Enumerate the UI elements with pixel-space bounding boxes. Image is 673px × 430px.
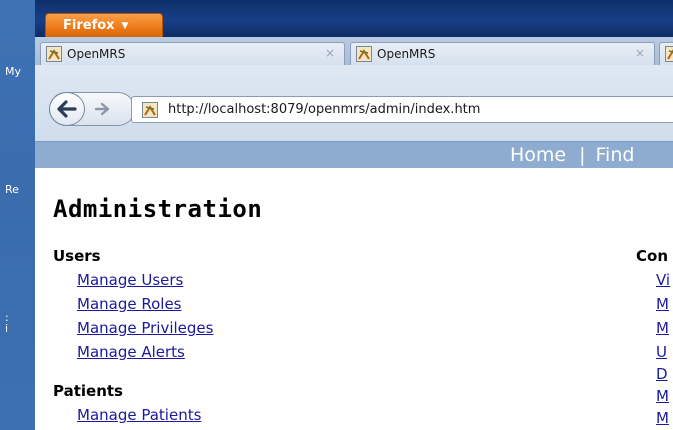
navigation-toolbar: http://localhost:8079/openmrs/admin/inde…: [35, 65, 673, 141]
browser-tab[interactable]: OpenMRS ×: [350, 42, 655, 65]
right-column-link[interactable]: M: [656, 409, 669, 427]
window-titlebar: Firefox ▼: [35, 0, 673, 37]
nav-link-home[interactable]: Home: [510, 144, 566, 166]
link-manage-privileges[interactable]: Manage Privileges: [77, 319, 213, 337]
right-column-link[interactable]: U: [656, 343, 667, 361]
right-column-link[interactable]: D: [656, 365, 668, 383]
right-column-link[interactable]: M: [656, 319, 669, 337]
tab-title: OpenMRS: [377, 47, 436, 61]
openmrs-favicon-icon: [665, 46, 673, 62]
top-navigation: Home | Find: [510, 144, 634, 166]
link-manage-users[interactable]: Manage Users: [77, 271, 183, 289]
section-heading-patients: Patients: [53, 382, 123, 400]
forward-arrow-icon: [94, 102, 110, 116]
page-title: Administration: [53, 195, 263, 223]
forward-button[interactable]: [91, 99, 113, 119]
link-manage-roles[interactable]: Manage Roles: [77, 295, 182, 313]
browser-tab[interactable]: OpenMRS ×: [40, 42, 345, 65]
link-manage-alerts[interactable]: Manage Alerts: [77, 343, 185, 361]
openmrs-favicon-icon: [356, 46, 372, 62]
desktop-icon-label: Re: [5, 183, 19, 196]
page-header-bar: Home | Find: [35, 141, 673, 168]
tab-close-icon[interactable]: ×: [325, 46, 335, 60]
link-manage-patients[interactable]: Manage Patients: [77, 406, 201, 424]
right-column-link[interactable]: M: [656, 295, 669, 313]
firefox-menu-button[interactable]: Firefox ▼: [45, 13, 163, 37]
address-bar[interactable]: http://localhost:8079/openmrs/admin/inde…: [131, 96, 673, 123]
chevron-down-icon: ▼: [121, 20, 129, 31]
back-button[interactable]: [49, 92, 85, 126]
firefox-menu-label: Firefox: [63, 18, 115, 33]
section-heading-users: Users: [53, 247, 101, 265]
nav-link-find[interactable]: Find: [596, 144, 635, 166]
right-column-link[interactable]: Vi: [656, 271, 670, 289]
section-heading-right: Con: [636, 247, 668, 265]
nav-separator: |: [579, 144, 586, 166]
browser-window: Firefox ▼ OpenMRS × OpenMRS × http://loc…: [35, 0, 673, 430]
openmrs-favicon-icon: [142, 101, 158, 118]
desktop-icon-label: i: [5, 322, 9, 335]
back-arrow-icon: [57, 100, 77, 118]
url-text: http://localhost:8079/openmrs/admin/inde…: [168, 102, 481, 117]
tab-close-icon[interactable]: ×: [635, 46, 645, 60]
tab-title: OpenMRS: [67, 47, 126, 61]
openmrs-favicon-icon: [46, 46, 62, 62]
desktop-icon-label: My: [5, 65, 22, 78]
tab-strip: OpenMRS × OpenMRS ×: [35, 37, 673, 65]
browser-tab[interactable]: [659, 42, 673, 65]
right-column-link[interactable]: M: [656, 387, 669, 405]
back-forward-group: [49, 92, 135, 126]
desktop-background: My Re : i: [0, 0, 35, 430]
